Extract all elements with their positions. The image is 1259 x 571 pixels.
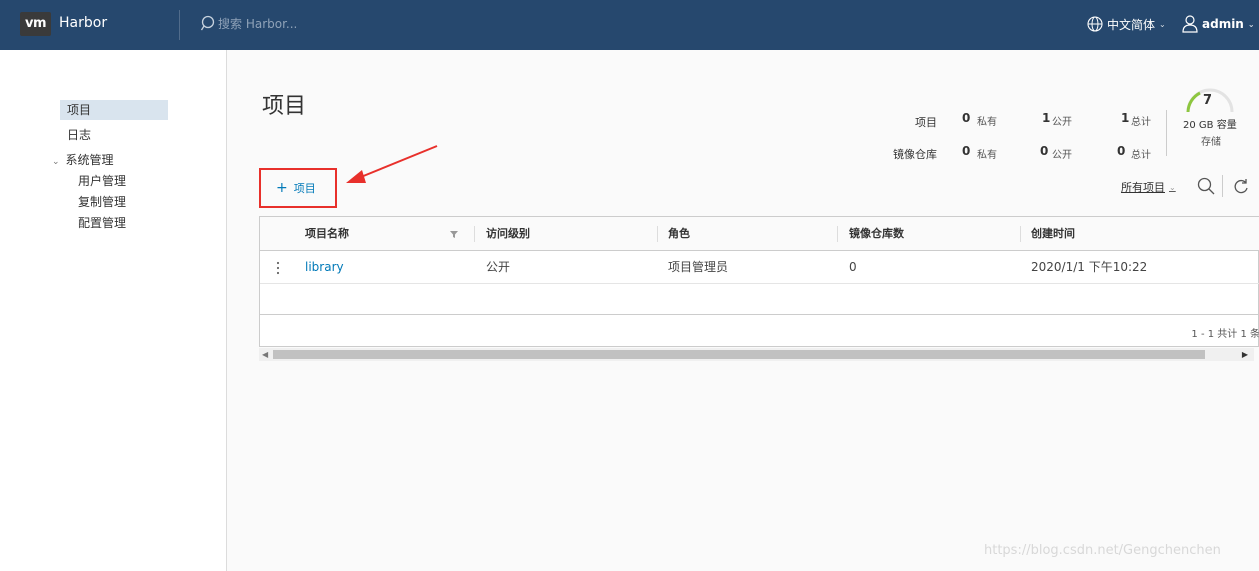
table-footer: 1 - 1 共计 1 条 — [260, 314, 1259, 347]
scrollbar-thumb[interactable] — [273, 350, 1205, 359]
scroll-right-icon[interactable]: ▶ — [1242, 348, 1248, 361]
column-header-name[interactable]: 项目名称 — [305, 217, 349, 251]
column-separator — [657, 226, 658, 242]
total-unit: 总计 — [1131, 150, 1151, 161]
repos-public-count: 0 — [1040, 144, 1049, 158]
filter-icon[interactable] — [450, 230, 458, 238]
project-filter-dropdown[interactable]: 所有项目 ⌄ — [1121, 179, 1176, 195]
language-label: 中文简体 — [1107, 17, 1156, 32]
user-icon — [1182, 15, 1198, 33]
private-unit: 私有 — [977, 150, 997, 161]
refresh-icon[interactable] — [1233, 177, 1249, 195]
table-row[interactable]: library 公开 项目管理员 0 2020/1/1 下午10:22 — [260, 251, 1259, 284]
sidebar-item-label: 系统管理 — [65, 153, 114, 167]
column-separator — [837, 226, 838, 242]
row-actions-icon[interactable] — [276, 260, 280, 276]
plus-icon: + — [276, 180, 288, 196]
header-divider — [179, 10, 180, 40]
global-search-input[interactable] — [218, 15, 418, 33]
language-selector[interactable]: 中文简体 ⌄ — [1087, 14, 1166, 34]
column-header-repo-count[interactable]: 镜像仓库数 — [849, 217, 904, 251]
repos-total-count: 0 — [1117, 144, 1126, 158]
storage-label: 存储 — [1201, 137, 1221, 148]
chevron-down-icon: ⌄ — [1169, 182, 1176, 192]
table-header: 项目名称 访问级别 角色 镜像仓库数 创建时间 — [260, 217, 1259, 251]
access-level-cell: 公开 — [486, 260, 511, 274]
column-header-role[interactable]: 角色 — [668, 217, 690, 251]
filter-label: 所有项目 — [1121, 181, 1165, 194]
quota-count: 7 — [1203, 93, 1213, 108]
private-unit: 私有 — [977, 117, 997, 128]
sidebar-item-administration[interactable]: ⌄ 系统管理 — [52, 150, 114, 170]
globe-icon — [1087, 16, 1103, 32]
vmware-logo: vm — [20, 12, 51, 36]
projects-private-count: 0 — [962, 111, 971, 125]
projects-public-count: 1 — [1042, 111, 1051, 125]
sidebar-item-replications[interactable]: 复制管理 — [78, 192, 126, 212]
search-icon — [201, 15, 215, 31]
page-title: 项目 — [262, 94, 307, 119]
column-header-access-level[interactable]: 访问级别 — [486, 217, 530, 251]
watermark: https://blog.csdn.net/Gengchenchen — [984, 543, 1221, 558]
column-separator — [1020, 226, 1021, 242]
stats-divider — [1166, 110, 1167, 156]
username: admin — [1202, 17, 1244, 31]
sidebar: 项目 日志 ⌄ 系统管理 用户管理 复制管理 配置管理 — [0, 50, 227, 571]
scroll-left-icon[interactable]: ◀ — [262, 348, 268, 361]
chevron-down-icon: ⌄ — [52, 157, 60, 167]
chevron-down-icon: ⌄ — [1159, 19, 1166, 29]
chevron-down-icon: ⌄ — [1247, 19, 1255, 29]
search-icon[interactable] — [1197, 177, 1215, 195]
total-unit: 总计 — [1131, 117, 1151, 128]
pagination-summary: 1 - 1 共计 1 条 — [1191, 329, 1259, 340]
app-name[interactable]: Harbor — [59, 15, 107, 31]
public-unit: 公开 — [1052, 117, 1072, 128]
column-separator — [474, 226, 475, 242]
repo-count-cell: 0 — [849, 260, 857, 274]
repos-private-count: 0 — [962, 144, 971, 158]
user-menu[interactable]: admin ⌄ — [1182, 14, 1255, 34]
projects-table: 项目名称 访问级别 角色 镜像仓库数 创建时间 library 公开 项目管理员… — [259, 216, 1259, 347]
horizontal-scrollbar[interactable]: ◀ ▶ — [259, 348, 1254, 361]
public-unit: 公开 — [1052, 150, 1072, 161]
stat-row-projects-label: 项目 — [915, 116, 937, 129]
project-name-link[interactable]: library — [305, 251, 344, 284]
new-project-label: 项目 — [293, 182, 316, 195]
column-header-created[interactable]: 创建时间 — [1031, 217, 1075, 251]
new-project-button[interactable]: + 项目 — [259, 168, 337, 208]
storage-capacity: 20 GB 容量 — [1183, 120, 1237, 131]
sidebar-item-projects[interactable]: 项目 — [60, 100, 168, 120]
role-cell: 项目管理员 — [668, 260, 729, 274]
stat-row-repos-label: 镜像仓库 — [893, 148, 937, 161]
sidebar-item-users[interactable]: 用户管理 — [78, 171, 126, 191]
annotation-arrow-icon — [346, 145, 438, 183]
sidebar-item-logs[interactable]: 日志 — [67, 125, 91, 145]
top-header: vm Harbor 中文简体 ⌄ admin ⌄ — [0, 0, 1259, 50]
creation-time-cell: 2020/1/1 下午10:22 — [1031, 260, 1148, 274]
projects-total-count: 1 — [1121, 111, 1130, 125]
toolbar-divider — [1222, 175, 1223, 197]
sidebar-item-configuration[interactable]: 配置管理 — [78, 213, 126, 233]
